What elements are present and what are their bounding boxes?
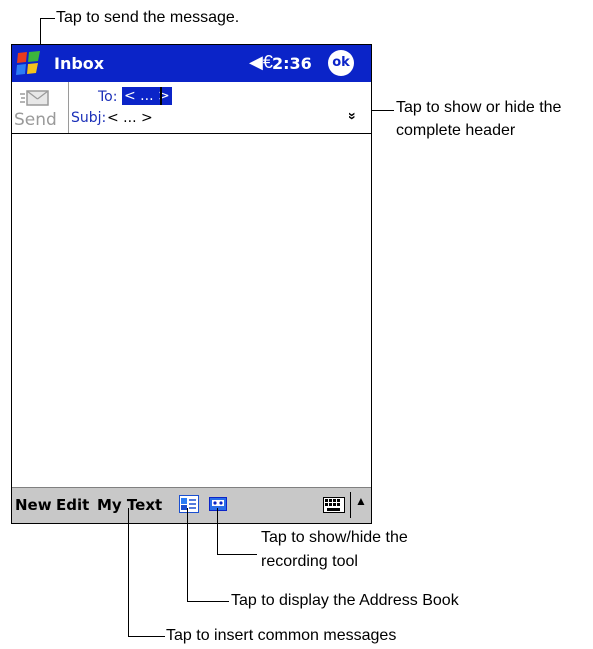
callout-recording-2: recording tool: [261, 553, 358, 570]
callout-send: Tap to send the message.: [56, 9, 240, 26]
callout-recording-line-h: [217, 554, 257, 555]
menu-bar: New Edit My Text ▲: [12, 487, 371, 523]
volume-icon[interactable]: ◀€: [249, 52, 273, 73]
menu-edit[interactable]: Edit: [56, 496, 89, 514]
callout-recording-line-v: [217, 508, 218, 554]
callout-header-toggle-2: complete header: [396, 122, 516, 139]
callout-recording-1: Tap to show/hide the: [261, 529, 408, 546]
pocket-pc-screen: Inbox ◀€ 2:36 ok Send To: < ... > Subj: …: [11, 44, 372, 524]
to-field[interactable]: < ... >: [122, 87, 172, 105]
envelope-icon: [20, 90, 49, 106]
message-header: Send To: < ... > Subj: < ... > »: [12, 82, 371, 134]
ok-button[interactable]: ok: [328, 50, 354, 76]
callout-send-line-h: [40, 18, 55, 19]
send-label: Send: [14, 110, 57, 130]
callout-address-line-v: [187, 508, 188, 601]
callout-address-book: Tap to display the Address Book: [231, 592, 459, 609]
to-label: To:: [98, 89, 118, 105]
keyboard-icon[interactable]: [323, 497, 345, 513]
menu-new[interactable]: New: [15, 496, 52, 514]
cassette-icon[interactable]: [209, 496, 227, 512]
callout-header-toggle-1: Tap to show or hide the: [396, 99, 562, 116]
callout-my-text: Tap to insert common messages: [166, 627, 397, 644]
subject-field[interactable]: < ... >: [107, 110, 153, 126]
callout-mytext-line-h: [128, 636, 165, 637]
header-toggle-button[interactable]: »: [345, 112, 361, 120]
windows-flag-icon[interactable]: [14, 49, 44, 77]
sip-separator: [350, 492, 351, 518]
menu-my-text[interactable]: My Text: [97, 496, 162, 514]
sip-menu-arrow-icon[interactable]: ▲: [355, 494, 367, 508]
title-bar: Inbox ◀€ 2:36 ok: [12, 45, 371, 82]
message-body[interactable]: [12, 134, 371, 478]
address-book-icon[interactable]: [179, 495, 199, 513]
send-button[interactable]: Send: [12, 82, 69, 133]
window-title: Inbox: [54, 54, 105, 73]
callout-address-line-h: [187, 601, 229, 602]
subject-label: Subj:: [71, 110, 107, 126]
callout-mytext-line-v: [128, 508, 129, 636]
text-cursor: [160, 87, 162, 105]
clock[interactable]: 2:36: [272, 54, 312, 73]
